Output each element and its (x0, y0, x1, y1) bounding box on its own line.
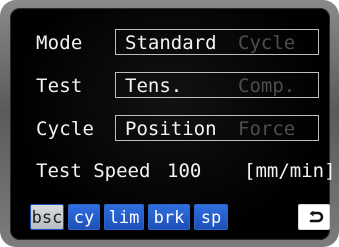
back-button[interactable] (298, 204, 330, 230)
test-option-tens[interactable]: Tens. (125, 73, 182, 99)
tab-bsc[interactable]: bsc (30, 204, 64, 230)
tab-sp[interactable]: sp (194, 204, 228, 230)
mode-selector[interactable]: Standard Cycle (115, 29, 319, 55)
cycle-option-force[interactable]: Force (238, 116, 295, 142)
setting-label-mode: Mode (36, 32, 83, 54)
setting-row-cycle: Cycle Position Force (10, 114, 330, 144)
tab-lim[interactable]: lim (104, 204, 144, 230)
menu-tab-bar: bsc cy lim brk sp (30, 204, 330, 232)
tab-brk[interactable]: brk (148, 204, 190, 230)
cycle-option-position[interactable]: Position (125, 116, 217, 142)
tab-cy[interactable]: cy (68, 204, 100, 230)
setting-label-test: Test (36, 75, 83, 97)
mode-option-standard[interactable]: Standard (125, 30, 217, 56)
test-speed-row: Test Speed 100 [mm/min] (10, 156, 336, 186)
return-arrow-icon (309, 210, 324, 223)
mode-option-cycle[interactable]: Cycle (238, 30, 295, 56)
device-bezel: Mode Standard Cycle Test Tens. Comp. Cyc… (0, 0, 339, 247)
cycle-selector[interactable]: Position Force (115, 115, 319, 141)
setting-row-mode: Mode Standard Cycle (10, 28, 330, 58)
setting-row-test: Test Tens. Comp. (10, 71, 330, 101)
setting-label-cycle: Cycle (36, 118, 95, 140)
test-speed-label: Test Speed (36, 160, 151, 182)
test-speed-value[interactable]: 100 (167, 156, 201, 186)
test-selector[interactable]: Tens. Comp. (115, 72, 319, 98)
test-option-comp[interactable]: Comp. (238, 73, 295, 99)
lcd-screen: Mode Standard Cycle Test Tens. Comp. Cyc… (10, 8, 336, 240)
test-speed-unit: [mm/min] (244, 160, 336, 182)
